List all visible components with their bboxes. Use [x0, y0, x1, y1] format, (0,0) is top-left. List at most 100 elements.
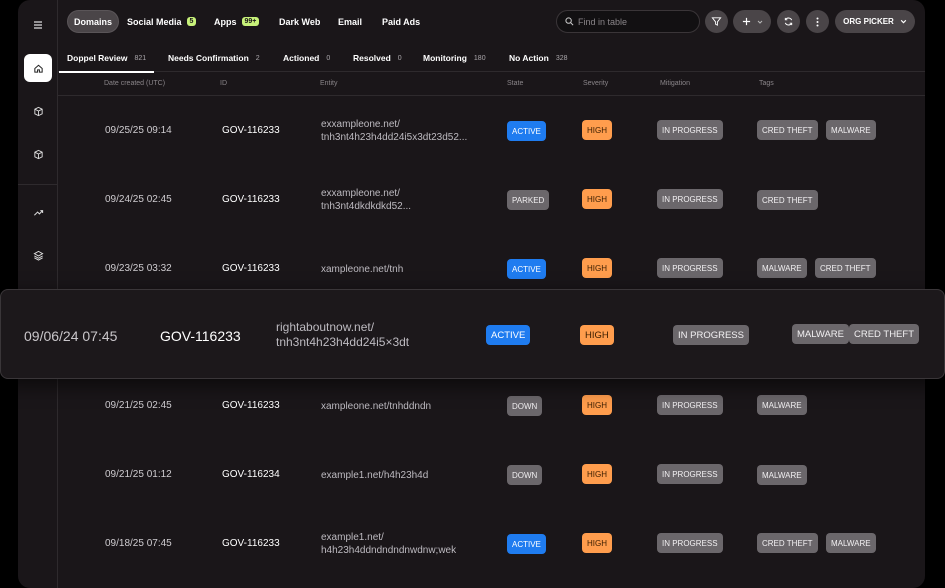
tag-chip: MALWARE — [826, 533, 876, 553]
entity-line: xampleone.net/tnhddndn — [321, 401, 432, 412]
filter-icon — [711, 17, 722, 26]
tab-count: 821 — [134, 54, 147, 62]
date-cell: 09/24/25 02:45 — [105, 194, 172, 205]
entity-cell[interactable]: exxampleone.net/ tnh3nt4dkdkdkd52... — [321, 187, 411, 213]
nav-tab-apps[interactable]: Apps 99+ — [210, 10, 263, 33]
entity-cell[interactable]: exxampleone.net/ tnh3nt4h23h4dd24i5x3dt2… — [321, 118, 467, 144]
org-picker-button[interactable]: ORG PICKER — [835, 10, 915, 33]
column-header-tags[interactable]: Tags — [759, 80, 774, 87]
chevron-down-icon — [900, 19, 907, 24]
tag-chip: MALWARE — [757, 465, 807, 485]
entity-line: xampleone.net/tnh — [321, 264, 404, 275]
date-cell: 09/18/25 07:45 — [105, 538, 172, 549]
cube-icon[interactable] — [24, 97, 52, 125]
table-row[interactable]: 09/21/25 02:45 GOV-116233 xampleone.net/… — [58, 372, 925, 441]
id-cell[interactable]: GOV-116233 — [222, 194, 280, 205]
more-button[interactable] — [806, 10, 829, 33]
tab-no-action[interactable]: No Action 328 — [509, 44, 568, 72]
entity-cell[interactable]: example1.net/h4h23h4d — [321, 469, 428, 482]
add-button[interactable] — [733, 10, 771, 33]
column-header-mitigation[interactable]: Mitigation — [660, 80, 690, 87]
entity-cell[interactable]: rightaboutnow.net/ tnh3nt4h23h4dd24i5×3d… — [276, 320, 409, 350]
mitigation-badge: IN PROGRESS — [673, 325, 749, 345]
nav-tab-domains[interactable]: Domains — [67, 10, 120, 33]
trending-icon[interactable] — [24, 198, 52, 226]
tab-actioned[interactable]: Actioned 0 — [283, 44, 330, 72]
nav-tab-label: Apps — [214, 16, 237, 27]
entity-line: rightaboutnow.net/ — [276, 320, 375, 334]
severity-badge: HIGH — [582, 395, 612, 415]
tab-monitoring[interactable]: Monitoring 180 — [423, 44, 486, 72]
table-row[interactable]: 09/18/25 07:45 GOV-116233 example1.net/ … — [58, 510, 925, 579]
tag-chip: CRED THEFT — [757, 120, 818, 140]
table-row[interactable]: 09/24/25 02:45 GOV-116233 exxampleone.ne… — [58, 166, 925, 235]
id-cell[interactable]: GOV-116233 — [222, 125, 280, 136]
date-cell: 09/23/25 03:32 — [105, 263, 172, 274]
entity-cell[interactable]: example1.net/ h4h23h4ddndndndnwdnw;wek — [321, 531, 456, 557]
severity-badge: HIGH — [582, 464, 612, 484]
status-tabs: Doppel Review 821 Needs Confirmation 2 A… — [58, 44, 925, 73]
nav-tab-paid-ads[interactable]: Paid Ads — [378, 10, 424, 33]
table-row[interactable]: 09/21/25 01:12 GOV-116234 example1.net/h… — [58, 441, 925, 510]
severity-badge: HIGH — [580, 325, 614, 345]
home-icon[interactable] — [24, 54, 52, 82]
id-cell[interactable]: GOV-116233 — [222, 400, 280, 411]
table-row[interactable]: 09/25/25 09:14 GOV-116233 exxampleone.ne… — [58, 97, 925, 166]
tab-count: 180 — [473, 54, 486, 62]
entity-line: exxampleone.net/ — [321, 119, 400, 130]
entity-cell[interactable]: xampleone.net/tnh — [321, 263, 403, 276]
tab-label: Monitoring — [423, 53, 467, 63]
entity-line: example1.net/h4h23h4d — [321, 470, 429, 481]
nav-tab-label: Social Media — [127, 16, 182, 27]
mitigation-badge: IN PROGRESS — [657, 120, 723, 140]
top-bar: Domains Social Media 5 Apps 99+ Dark Web… — [58, 0, 925, 44]
id-cell[interactable]: GOV-116233 — [160, 328, 241, 344]
nav-tab-social-media[interactable]: Social Media 5 — [123, 10, 200, 33]
tab-resolved[interactable]: Resolved 0 — [353, 44, 402, 72]
entity-line: tnh3nt4dkdkdkd52... — [321, 201, 412, 212]
layers-icon[interactable] — [24, 241, 52, 269]
tag-chip: CRED THEFT — [815, 258, 876, 278]
tab-label: Actioned — [283, 53, 320, 63]
date-cell: 09/21/25 02:45 — [105, 400, 172, 411]
tab-count: 0 — [326, 54, 331, 62]
severity-badge: HIGH — [582, 189, 612, 209]
nav-tab-dark-web[interactable]: Dark Web — [275, 10, 324, 33]
entity-cell[interactable]: xampleone.net/tnhddndn — [321, 400, 431, 413]
column-header-date[interactable]: Date created (UTC) — [104, 80, 165, 87]
filter-button[interactable] — [705, 10, 728, 33]
nav-tab-label: Domains — [74, 16, 113, 27]
severity-badge: HIGH — [582, 258, 612, 278]
refresh-button[interactable] — [777, 10, 800, 33]
highlighted-table-row[interactable]: 09/06/24 07:45 GOV-116233 rightaboutnow.… — [0, 289, 945, 379]
search-input[interactable] — [578, 16, 688, 27]
org-picker-label: ORG PICKER — [843, 17, 894, 26]
tag-chip: MALWARE — [826, 120, 876, 140]
menu-icon[interactable] — [24, 11, 52, 39]
tab-doppel-review[interactable]: Doppel Review 821 — [58, 44, 155, 73]
nav-tab-label: Dark Web — [279, 16, 321, 27]
entity-line: h4h23h4ddndndndnwdnw;wek — [321, 545, 457, 556]
id-cell[interactable]: GOV-116233 — [222, 263, 280, 274]
column-header-id[interactable]: ID — [220, 80, 227, 87]
tag-chip: MALWARE — [757, 395, 807, 415]
sidebar-divider — [18, 184, 58, 185]
search-box — [556, 10, 700, 33]
column-header-severity[interactable]: Severity — [583, 80, 608, 87]
column-header-entity[interactable]: Entity — [320, 80, 338, 87]
tag-chip: CRED THEFT — [757, 533, 818, 553]
tab-label: Doppel Review — [67, 53, 128, 63]
nav-tab-email[interactable]: Email — [334, 10, 366, 33]
tag-chip: CRED THEFT — [757, 190, 818, 210]
state-badge: DOWN — [507, 465, 543, 485]
mitigation-badge: IN PROGRESS — [657, 464, 723, 484]
id-cell[interactable]: GOV-116234 — [222, 469, 280, 480]
tab-needs-confirmation[interactable]: Needs Confirmation 2 — [168, 44, 260, 72]
plus-icon — [742, 17, 750, 26]
id-cell[interactable]: GOV-116233 — [222, 538, 280, 549]
tab-count: 328 — [555, 54, 568, 62]
nav-tab-label: Paid Ads — [382, 16, 421, 27]
package-icon[interactable] — [24, 140, 52, 168]
column-header-state[interactable]: State — [507, 80, 523, 87]
state-badge: ACTIVE — [507, 121, 546, 141]
